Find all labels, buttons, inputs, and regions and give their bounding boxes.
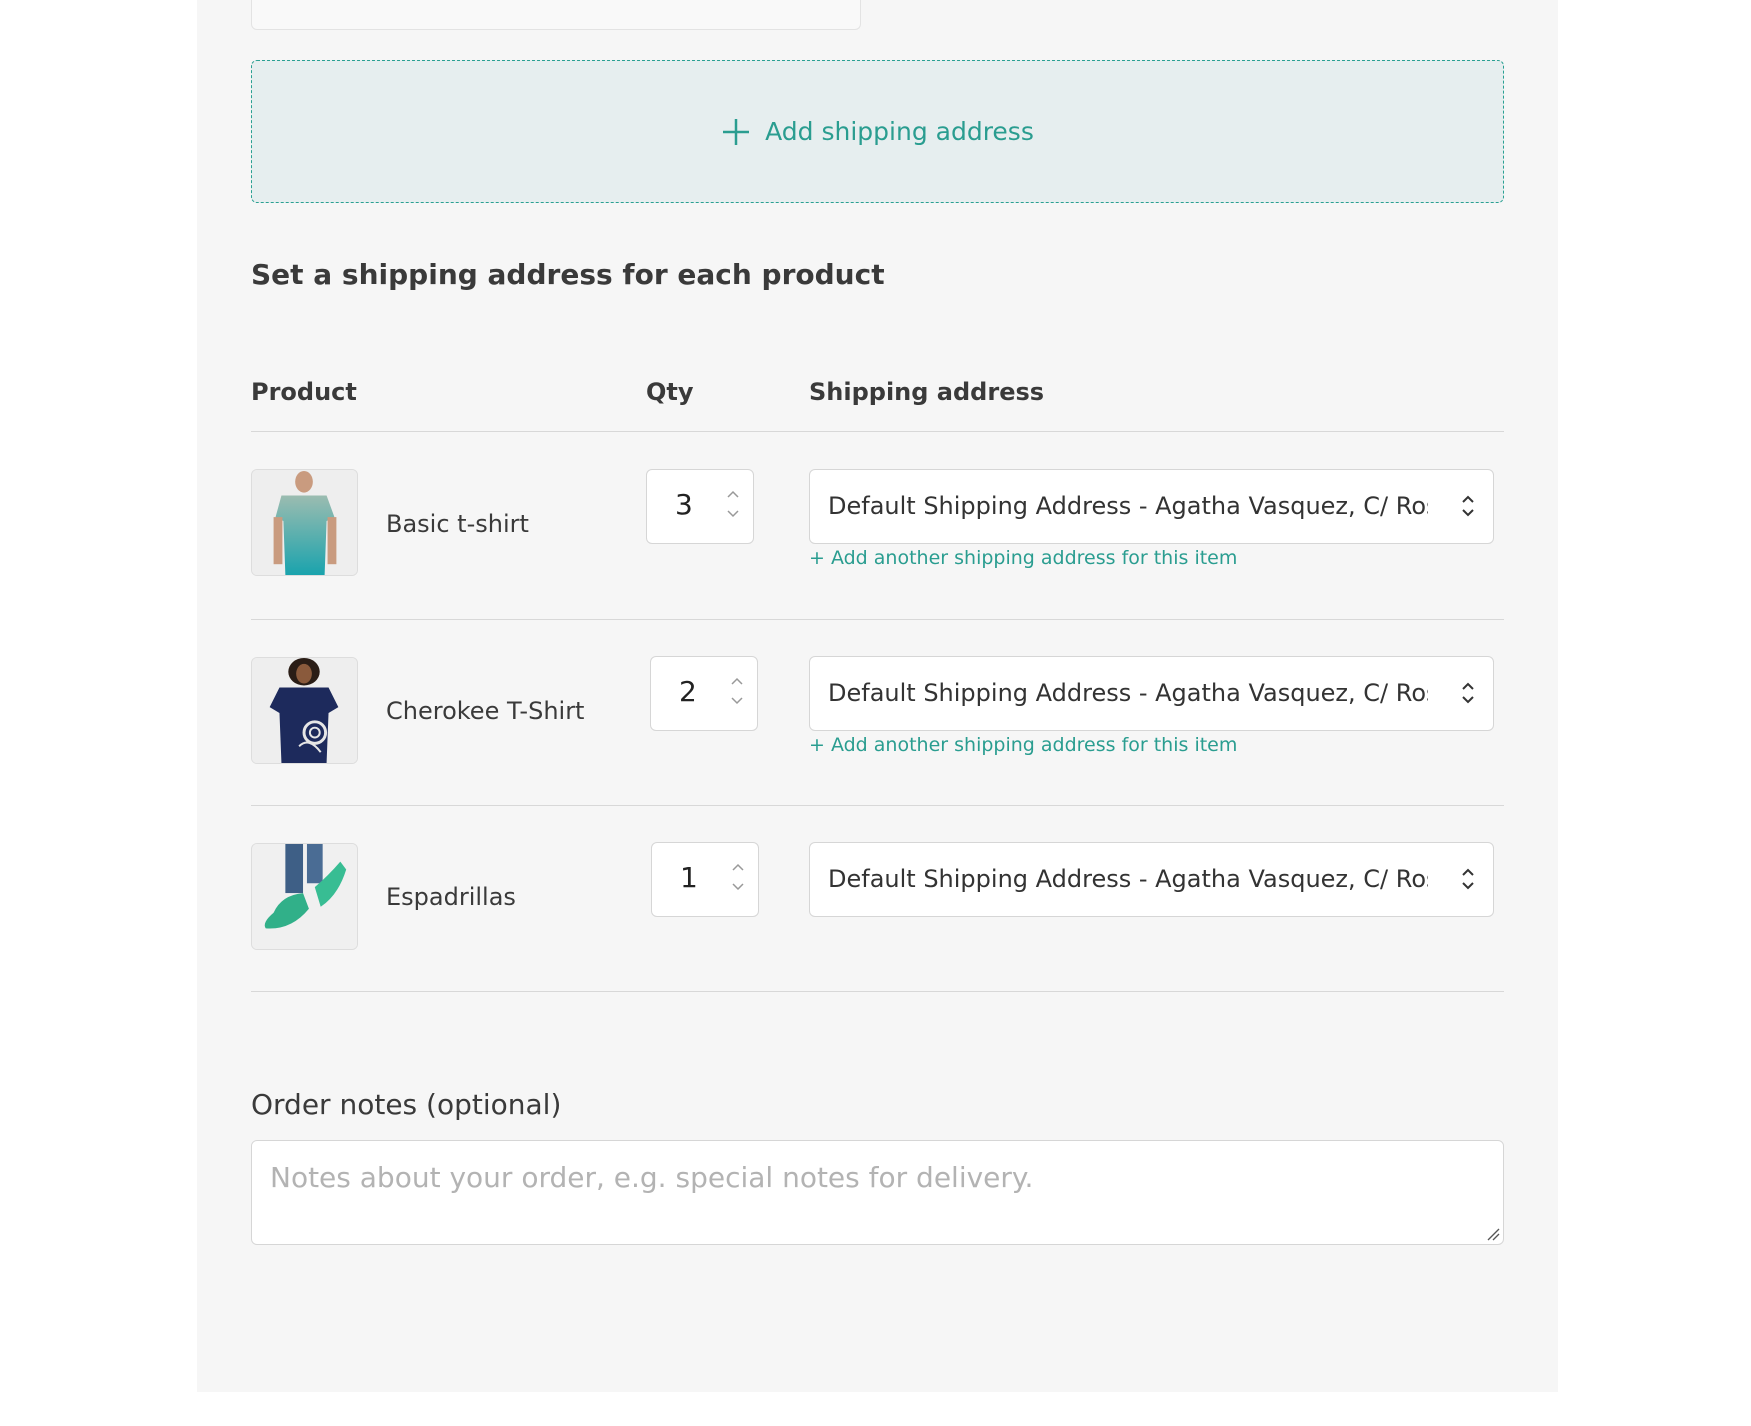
table-divider (251, 431, 1504, 432)
plus-icon (723, 118, 750, 145)
resize-handle-icon[interactable] (1486, 1227, 1500, 1241)
shipping-address-select[interactable]: Default Shipping Address - Agatha Vasque… (809, 656, 1494, 731)
column-header-qty: Qty (646, 378, 694, 406)
select-arrows-icon (1462, 495, 1474, 517)
chevron-down-icon[interactable] (729, 691, 745, 711)
product-thumbnail (251, 469, 358, 576)
product-thumbnail (251, 657, 358, 764)
add-another-address-link[interactable]: + Add another shipping address for this … (809, 547, 1237, 569)
product-name: Espadrillas (386, 883, 516, 911)
chevron-down-icon[interactable] (725, 504, 741, 524)
quantity-value: 3 (675, 488, 693, 521)
chevron-up-icon[interactable] (729, 671, 745, 691)
previous-field-box (251, 0, 861, 30)
column-header-product: Product (251, 378, 357, 406)
column-header-shipping-address: Shipping address (809, 378, 1045, 406)
quantity-stepper[interactable]: 2 (650, 656, 758, 731)
add-shipping-address-label: Add shipping address (765, 117, 1034, 146)
select-arrows-icon (1462, 682, 1474, 704)
chevron-up-icon[interactable] (725, 484, 741, 504)
basic-tshirt-image (252, 470, 357, 575)
shipping-address-value: Default Shipping Address - Agatha Vasque… (828, 679, 1428, 707)
quantity-stepper[interactable]: 3 (646, 469, 754, 544)
quantity-value: 2 (679, 675, 697, 708)
select-arrows-icon (1462, 868, 1474, 890)
cherokee-tshirt-image (252, 658, 357, 763)
table-divider (251, 805, 1504, 806)
order-notes-placeholder: Notes about your order, e.g. special not… (270, 1161, 1034, 1194)
shipping-address-value: Default Shipping Address - Agatha Vasque… (828, 865, 1428, 893)
chevron-down-icon[interactable] (730, 877, 746, 897)
section-title: Set a shipping address for each product (251, 258, 885, 291)
quantity-stepper[interactable]: 1 (651, 842, 759, 917)
checkout-panel: Add shipping address Set a shipping addr… (197, 0, 1558, 1392)
shipping-address-value: Default Shipping Address - Agatha Vasque… (828, 492, 1428, 520)
add-shipping-address-button[interactable]: Add shipping address (251, 60, 1504, 203)
product-name: Cherokee T-Shirt (386, 697, 585, 725)
shipping-address-select[interactable]: Default Shipping Address - Agatha Vasque… (809, 469, 1494, 544)
order-notes-label: Order notes (optional) (251, 1088, 562, 1121)
shipping-address-select[interactable]: Default Shipping Address - Agatha Vasque… (809, 842, 1494, 917)
espadrillas-image (252, 844, 357, 949)
table-divider (251, 991, 1504, 992)
product-thumbnail (251, 843, 358, 950)
add-another-address-link[interactable]: + Add another shipping address for this … (809, 734, 1237, 756)
quantity-value: 1 (680, 861, 698, 894)
table-divider (251, 619, 1504, 620)
order-notes-textarea[interactable]: Notes about your order, e.g. special not… (251, 1140, 1504, 1245)
product-name: Basic t-shirt (386, 510, 529, 538)
chevron-up-icon[interactable] (730, 857, 746, 877)
